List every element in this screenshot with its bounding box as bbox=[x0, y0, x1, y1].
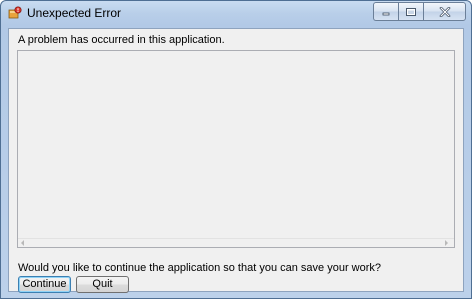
error-details-textbox[interactable] bbox=[17, 50, 455, 248]
minimize-icon bbox=[382, 12, 390, 15]
continue-button[interactable]: Continue bbox=[18, 276, 71, 293]
error-dialog-window: Unexpected Error A problem has occurred … bbox=[0, 0, 472, 299]
horizontal-scrollbar[interactable] bbox=[18, 238, 454, 247]
caption-buttons bbox=[373, 2, 466, 21]
close-icon bbox=[439, 6, 450, 17]
dialog-content: A problem has occurred in this applicati… bbox=[8, 28, 464, 293]
maximize-icon bbox=[406, 7, 416, 16]
application-error-icon bbox=[8, 6, 22, 20]
quit-button[interactable]: Quit bbox=[76, 276, 129, 293]
minimize-button[interactable] bbox=[373, 2, 398, 21]
scroll-right-icon[interactable] bbox=[445, 240, 448, 246]
scroll-left-icon[interactable] bbox=[21, 240, 24, 246]
error-message: A problem has occurred in this applicati… bbox=[18, 34, 225, 46]
maximize-button[interactable] bbox=[398, 2, 423, 21]
close-button[interactable] bbox=[423, 2, 466, 21]
title-bar[interactable]: Unexpected Error bbox=[1, 1, 471, 27]
window-title: Unexpected Error bbox=[27, 6, 122, 20]
continue-question: Would you like to continue the applicati… bbox=[18, 262, 382, 274]
